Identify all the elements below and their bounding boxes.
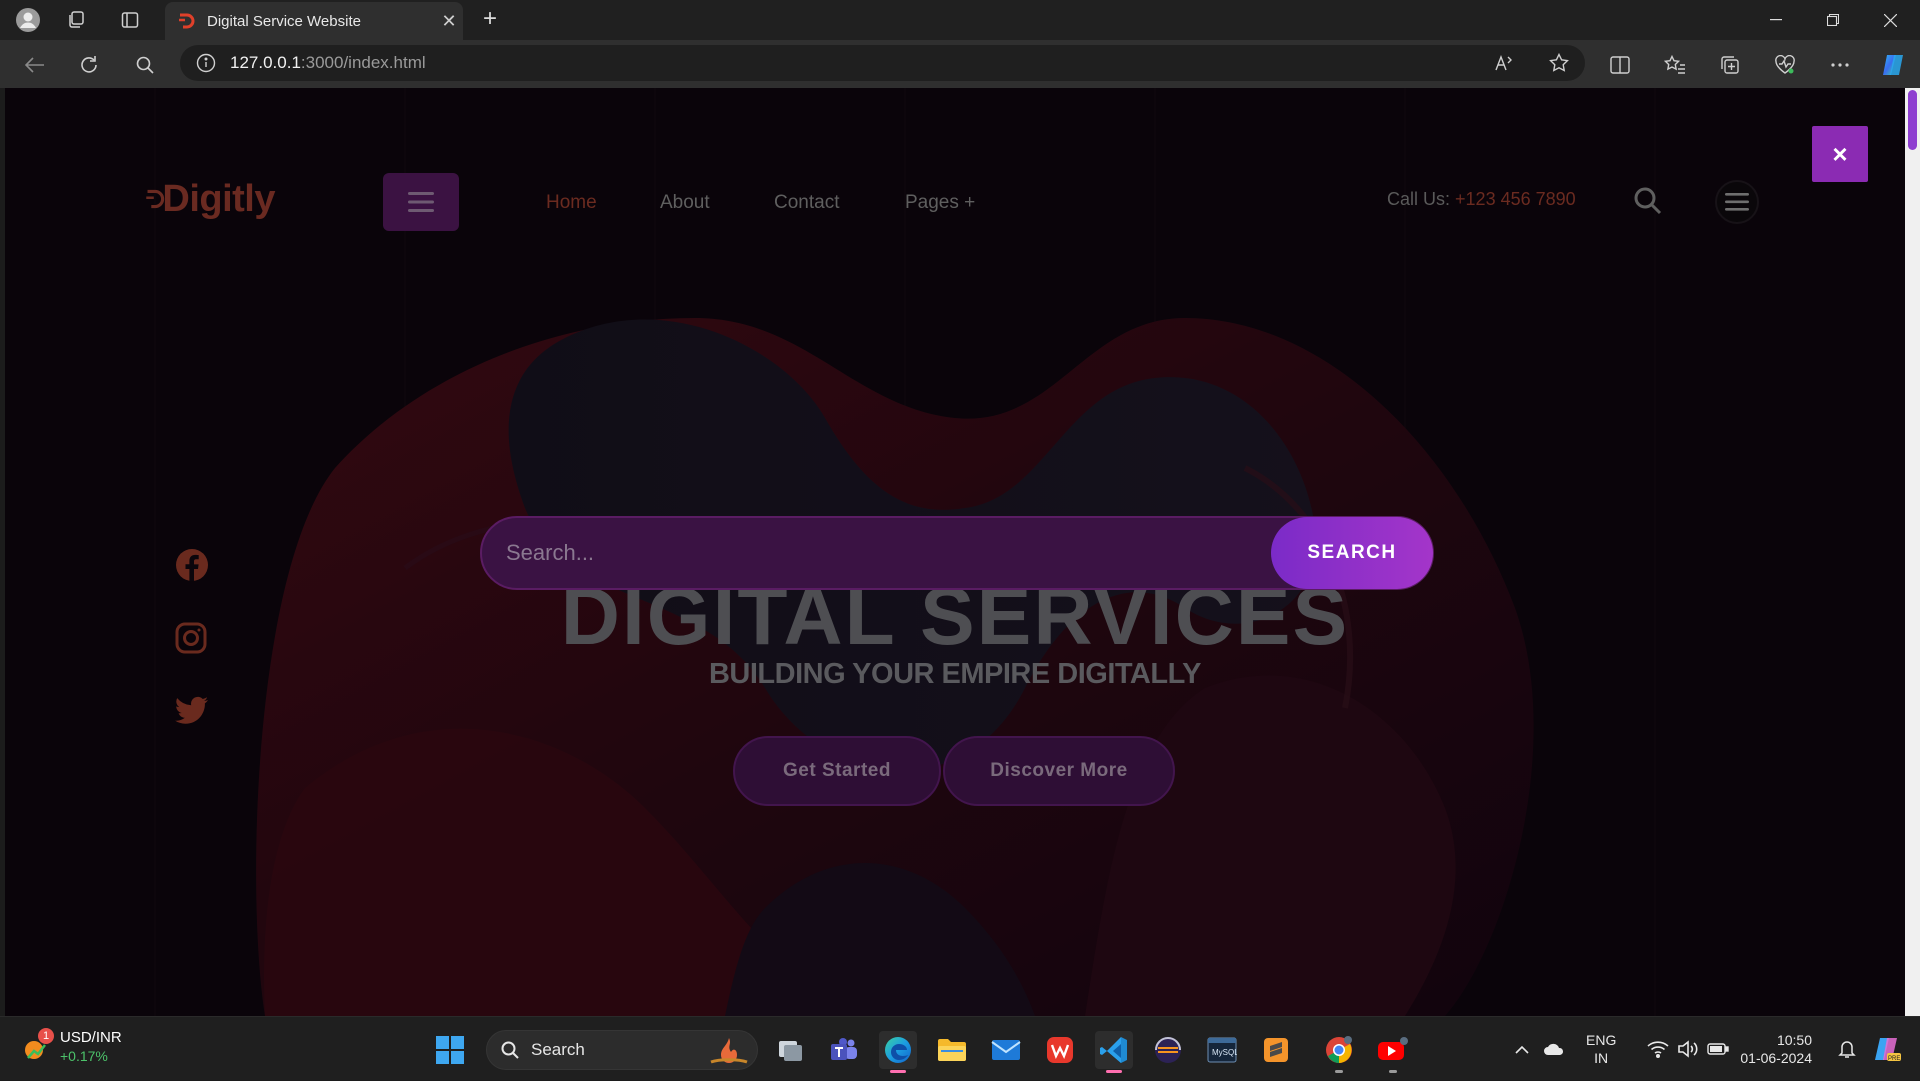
widget-change: +0.17% — [60, 1048, 108, 1064]
start-icon[interactable] — [435, 1035, 465, 1065]
search-close-button[interactable]: × — [1812, 126, 1868, 182]
sublime-text-icon[interactable] — [1257, 1031, 1295, 1069]
browser-titlebar: Digital Service Website ✕ + — [0, 0, 1920, 40]
mysql-workbench-icon[interactable]: MySQL — [1203, 1031, 1241, 1069]
wps-office-icon[interactable] — [1041, 1031, 1079, 1069]
logo-text: Digitly — [162, 177, 275, 220]
copilot-icon[interactable] — [1878, 50, 1908, 80]
page-scrollbar[interactable] — [1905, 88, 1920, 1016]
hero-subtitle: BUILDING YOUR EMPIRE DIGITALLY — [708, 658, 1202, 690]
copilot-tray-icon[interactable]: PRE — [1872, 1034, 1902, 1064]
read-aloud-icon[interactable] — [1490, 49, 1518, 77]
browser-essentials-icon[interactable] — [1770, 50, 1800, 80]
eclipse-icon[interactable] — [1149, 1031, 1187, 1069]
search-highlight-icon — [710, 1038, 748, 1064]
browser-tab[interactable]: Digital Service Website ✕ — [165, 2, 463, 40]
favorite-star-icon[interactable] — [1545, 49, 1573, 77]
url-text: 127.0.0.1:3000/index.html — [230, 53, 426, 72]
search-icon[interactable] — [130, 50, 160, 80]
chrome-icon[interactable] — [1320, 1031, 1358, 1073]
side-menu-button[interactable] — [1715, 180, 1759, 224]
notification-bell-icon[interactable] — [1835, 1037, 1859, 1061]
favorites-icon[interactable] — [1660, 50, 1690, 80]
minimize-button[interactable] — [1756, 6, 1796, 34]
call-us-number[interactable]: +123 456 7890 — [1455, 189, 1576, 209]
site-favicon-icon — [179, 13, 195, 29]
profile-icon[interactable] — [14, 6, 42, 34]
discover-more-button[interactable]: Discover More — [943, 736, 1175, 806]
nav-home[interactable]: Home — [546, 192, 597, 214]
tab-close-icon[interactable]: ✕ — [435, 11, 463, 32]
chevron-up-icon[interactable] — [1510, 1037, 1534, 1061]
collections-icon[interactable] — [1715, 50, 1745, 80]
more-options-icon[interactable] — [1825, 50, 1855, 80]
site-logo[interactable]: Digitly — [145, 174, 275, 224]
nav-pages[interactable]: Pages + — [905, 192, 975, 214]
nav-contact[interactable]: Contact — [774, 192, 839, 214]
menu-toggle-button[interactable] — [383, 173, 459, 231]
workspaces-icon[interactable] — [62, 6, 90, 34]
site-info-icon[interactable] — [196, 53, 216, 73]
tab-title: Digital Service Website — [207, 12, 361, 30]
tab-actions-icon[interactable] — [116, 6, 144, 34]
widget-badge: 1 — [38, 1028, 54, 1044]
volume-icon[interactable] — [1676, 1037, 1700, 1061]
weather-market-widget[interactable]: 1 USD/INR +0.17% — [22, 1028, 122, 1065]
scrollbar-thumb[interactable] — [1908, 90, 1917, 150]
restore-button[interactable] — [1813, 6, 1853, 34]
taskbar-search[interactable]: Search — [486, 1030, 758, 1070]
clock[interactable]: 10:50 01-06-2024 — [1732, 1031, 1812, 1067]
twitter-icon[interactable] — [175, 696, 211, 732]
edge-icon[interactable] — [879, 1031, 917, 1073]
task-view-icon[interactable] — [771, 1031, 809, 1069]
browser-toolbar: 127.0.0.1:3000/index.html — [0, 40, 1920, 88]
nav-about[interactable]: About — [660, 192, 710, 214]
search-input[interactable] — [482, 518, 1271, 588]
search-overlay-bar: SEARCH — [480, 516, 1434, 590]
wifi-icon[interactable] — [1646, 1037, 1670, 1061]
onedrive-icon[interactable] — [1542, 1037, 1566, 1061]
call-us: Call Us: +123 456 7890 — [1387, 189, 1576, 209]
new-tab-button[interactable]: + — [476, 6, 504, 34]
header-search-icon[interactable] — [1633, 186, 1665, 218]
reload-icon[interactable] — [74, 50, 104, 80]
windows-taskbar: 1 USD/INR +0.17% Search MySQL ENG IN 10:… — [0, 1016, 1920, 1080]
address-bar[interactable]: 127.0.0.1:3000/index.html — [180, 45, 1585, 81]
mail-icon[interactable] — [987, 1031, 1025, 1069]
search-icon — [501, 1041, 519, 1059]
teams-icon[interactable] — [825, 1031, 863, 1069]
svg-text:MySQL: MySQL — [1212, 1048, 1237, 1057]
hamburger-icon — [408, 192, 434, 212]
youtube-icon[interactable] — [1374, 1031, 1412, 1073]
close-window-button[interactable] — [1870, 6, 1910, 34]
file-explorer-icon[interactable] — [933, 1031, 971, 1069]
back-icon[interactable] — [20, 50, 50, 80]
vscode-icon[interactable] — [1095, 1031, 1133, 1073]
battery-icon[interactable] — [1706, 1037, 1730, 1061]
svg-text:PRE: PRE — [1888, 1056, 1900, 1062]
input-language[interactable]: ENG IN — [1586, 1031, 1616, 1067]
page-viewport: Digitly Home About Contact Pages + Call … — [5, 88, 1905, 1016]
system-tray: ENG IN 10:50 01-06-2024 PRE — [1500, 1017, 1920, 1081]
search-submit-button[interactable]: SEARCH — [1271, 517, 1433, 589]
split-screen-icon[interactable] — [1605, 50, 1635, 80]
hamburger-icon — [1725, 193, 1749, 211]
get-started-button[interactable]: Get Started — [733, 736, 941, 806]
widget-pair: USD/INR — [60, 1029, 122, 1046]
